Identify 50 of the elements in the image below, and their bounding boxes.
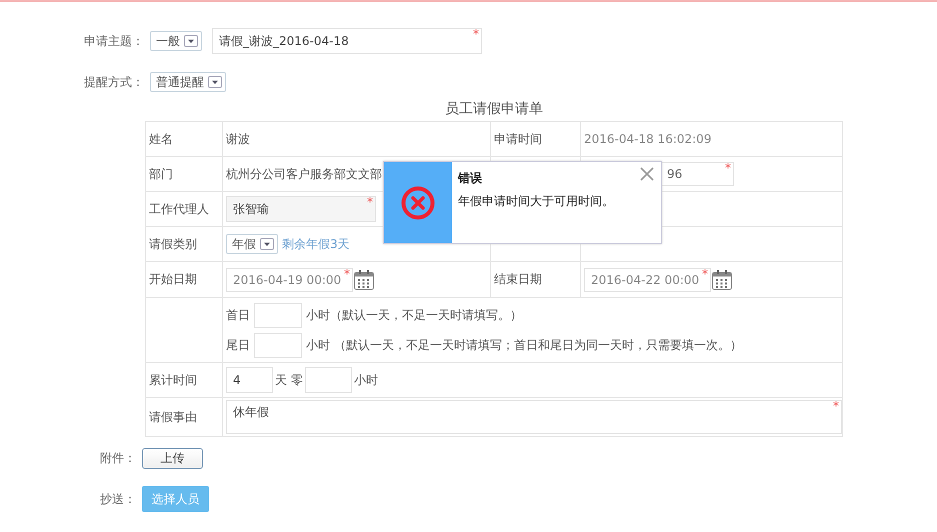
caret-icon	[260, 238, 274, 250]
error-icon	[400, 184, 436, 220]
field-label: 申请主题：	[83, 32, 144, 50]
table-cell: 请假类别	[146, 226, 222, 262]
caret-icon	[184, 35, 198, 47]
dialog-message: 年假申请时间大于可用时间。	[458, 193, 614, 210]
days-field[interactable]: 4	[226, 367, 273, 393]
close-icon[interactable]	[639, 166, 655, 182]
table-cell: 累计时间	[146, 362, 222, 398]
leave-type-dropdown[interactable]: 年假	[226, 234, 278, 254]
required-mark: *	[702, 266, 708, 280]
reminder-dropdown[interactable]: 普通提醒	[150, 72, 226, 92]
table-cell: 姓名	[146, 122, 222, 156]
required-mark: *	[367, 195, 373, 209]
calendar-icon[interactable]	[353, 268, 375, 290]
form-title: 员工请假申请单	[444, 100, 544, 119]
field-label: 首日	[226, 306, 250, 324]
dialog-title: 错误	[458, 170, 483, 187]
required-mark: *	[725, 161, 731, 175]
field-label: 抄送：	[99, 490, 136, 508]
field-label: 提醒方式：	[83, 74, 144, 90]
hint-text: 小时（默认一天，不足一天时请填写。）	[306, 306, 522, 324]
caret-icon	[208, 76, 222, 88]
end-date-field[interactable]: 2016-04-22 00:00 *	[584, 268, 711, 292]
table-cell: 结束日期	[490, 262, 580, 298]
table-cell: 工作代理人	[149, 200, 209, 218]
table-cell: 开始日期	[146, 262, 222, 298]
required-mark: *	[833, 399, 839, 413]
unit-label: 小时	[354, 372, 378, 388]
table-cell: 2016-04-18 16:02:09	[580, 122, 842, 156]
calendar-icon[interactable]	[711, 268, 733, 290]
table-cell: 谢波	[222, 122, 490, 156]
field-label: 尾日	[226, 336, 250, 354]
reason-field[interactable]: 休年假 *	[226, 400, 842, 434]
field-label: 附件：	[99, 450, 136, 466]
table-cell: 部门	[146, 156, 222, 192]
agent-field[interactable]: 张智瑜 *	[226, 196, 376, 222]
required-mark: *	[473, 27, 479, 41]
subject-field[interactable]: 请假_谢波_2016-04-18 *	[212, 28, 482, 54]
hours-field[interactable]	[254, 302, 302, 328]
required-mark: *	[344, 266, 350, 280]
hours-field[interactable]	[304, 367, 352, 393]
start-date-field[interactable]: 2016-04-19 00:00 *	[226, 268, 353, 292]
upload-button[interactable]: 上传	[142, 448, 203, 468]
unit-label: 天 零	[275, 372, 303, 388]
hint-text: 小时 （默认一天，不足一天时请填写；首日和尾日为同一天时，只需要填一次。）	[306, 336, 742, 354]
category-dropdown[interactable]: 一般	[150, 31, 202, 51]
table-cell: 申请时间	[490, 122, 580, 156]
table-cell: 请假事由	[146, 398, 222, 436]
hours-field[interactable]	[254, 332, 302, 358]
